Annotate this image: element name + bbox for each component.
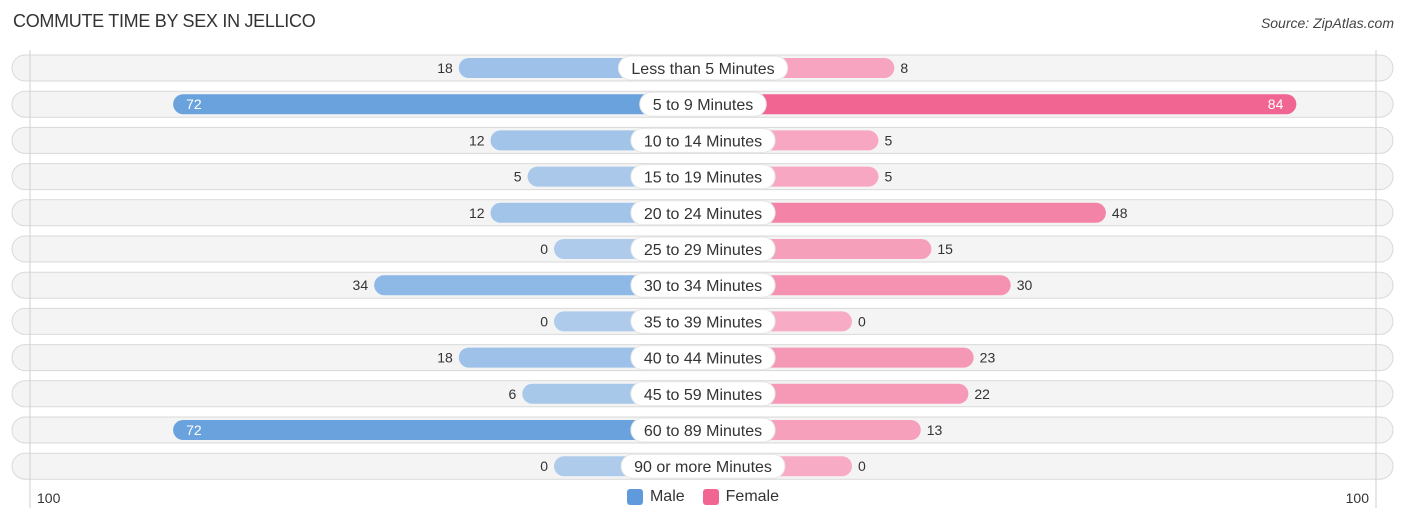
category-label: 15 to 19 Minutes: [644, 170, 762, 187]
value-label-female: 8: [900, 60, 908, 76]
bar-male: [173, 94, 713, 115]
value-label-female: 15: [937, 241, 953, 257]
legend-label-male: Male: [649, 488, 685, 505]
legend-label-female: Female: [725, 488, 780, 505]
value-label-female: 23: [980, 350, 996, 366]
value-label-male: 6: [508, 386, 516, 402]
legend-swatch-female: [702, 489, 719, 505]
category-label: 40 to 44 Minutes: [644, 351, 762, 368]
bar-female: [693, 94, 1297, 115]
value-label-female: 48: [1112, 205, 1128, 221]
legend: Male Female: [0, 488, 1406, 506]
value-label-male: 18: [437, 60, 453, 76]
value-label-female: 22: [974, 386, 990, 402]
value-label-male: 0: [540, 241, 548, 257]
value-label-male: 18: [437, 350, 453, 366]
value-label-female: 0: [858, 313, 866, 329]
category-label: 35 to 39 Minutes: [644, 314, 762, 331]
value-label-female: 84: [1268, 96, 1284, 112]
value-label-female: 0: [858, 458, 866, 474]
value-label-female: 5: [884, 169, 892, 185]
category-label: 60 to 89 Minutes: [644, 423, 762, 440]
category-label: 25 to 29 Minutes: [644, 242, 762, 259]
value-label-male: 0: [540, 458, 548, 474]
category-label: 30 to 34 Minutes: [644, 278, 762, 295]
value-label-male: 34: [353, 277, 369, 293]
value-label-male: 72: [186, 96, 202, 112]
value-label-female: 30: [1017, 277, 1033, 293]
value-label-female: 5: [884, 132, 892, 148]
value-label-female: 13: [927, 422, 943, 438]
category-label: 10 to 14 Minutes: [644, 133, 762, 150]
category-label: 45 to 59 Minutes: [644, 387, 762, 404]
value-label-male: 5: [514, 169, 522, 185]
value-label-male: 12: [469, 205, 485, 221]
value-label-male: 0: [540, 313, 548, 329]
category-label: 5 to 9 Minutes: [653, 97, 754, 114]
chart: 18 8 Less than 5 Minutes 72 84 5 to 9 Minutes…: [11, 50, 1394, 508]
value-label-male: 12: [469, 132, 485, 148]
category-label: Less than 5 Minutes: [631, 61, 774, 78]
bars: 18 8 Less than 5 Minutes 72 84 5 to 9 Minutes…: [173, 55, 1297, 479]
row-tracks: [11, 54, 1394, 480]
legend-item-male: Male: [626, 488, 685, 506]
category-label: 90 or more Minutes: [634, 459, 772, 476]
legend-item-female: Female: [702, 488, 780, 506]
category-label: 20 to 24 Minutes: [644, 206, 762, 223]
value-label-male: 72: [186, 422, 202, 438]
legend-swatch-male: [626, 489, 643, 505]
